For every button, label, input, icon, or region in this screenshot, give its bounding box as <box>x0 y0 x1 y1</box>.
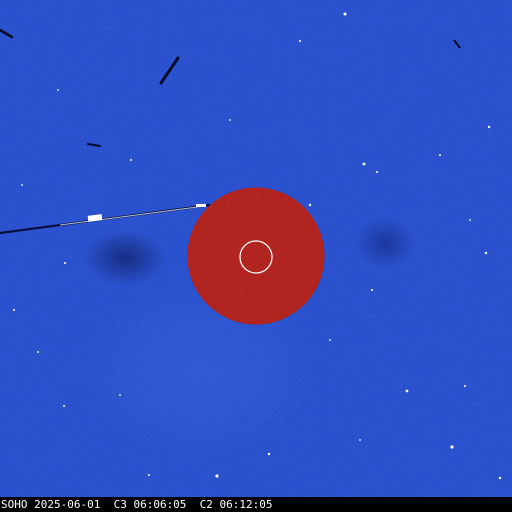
coronagraph-field <box>0 0 512 512</box>
image-caption: SOHO 2025-06-01 C3 06:06:05 C2 06:12:05 <box>1 498 273 511</box>
coronal-streamer-left <box>83 230 167 286</box>
occulting-disk <box>187 187 325 325</box>
coronagraph-image: SOHO 2025-06-01 C3 06:06:05 C2 06:12:05 <box>0 0 512 512</box>
coronal-streamer-right <box>355 217 415 269</box>
